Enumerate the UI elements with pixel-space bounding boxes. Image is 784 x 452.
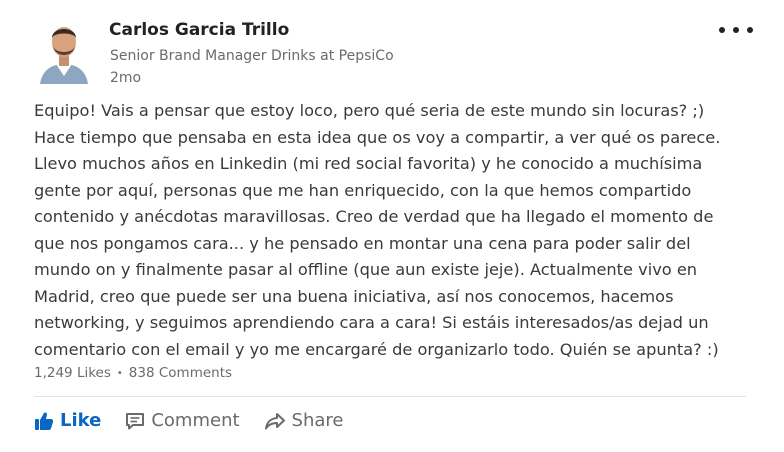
likes-count[interactable]: 1,249 Likes — [34, 365, 111, 381]
post-timestamp: 2mo — [110, 70, 142, 86]
avatar[interactable] — [34, 18, 94, 84]
post-line: Hace tiempo que pensaba en esta idea que… — [34, 127, 721, 147]
comment-label: Comment — [151, 410, 240, 431]
post-line: Equipo! Vais a pensar que estoy loco, pe… — [34, 101, 705, 120]
author-name[interactable]: Carlos Garcia Trillo — [109, 20, 289, 40]
comment-button[interactable]: Comment — [125, 410, 240, 431]
social-counts: 1,249 Likes • 838 Comments — [34, 365, 232, 381]
post-body: Equipo! Vais a pensar que estoy loco, pe… — [34, 98, 769, 363]
comments-count[interactable]: 838 Comments — [129, 365, 232, 381]
post-line: contenido y anécdotas maravillosas. Creo… — [34, 207, 714, 226]
more-dot-icon — [719, 27, 725, 33]
post-line: Madrid, creo que puede ser una buena ini… — [34, 286, 674, 306]
share-arrow-icon — [264, 412, 285, 429]
post-line: Llevo muchos años en Linkedin (mi red so… — [34, 154, 703, 173]
like-label: Like — [60, 410, 102, 431]
post-actions: Like Comment Share — [34, 410, 344, 431]
comment-icon — [126, 412, 145, 429]
like-button[interactable]: Like — [34, 410, 101, 431]
more-dot-icon — [747, 27, 753, 33]
post-line: gente por aquí, personas que me han enri… — [34, 180, 692, 200]
counts-separator: • — [116, 367, 123, 379]
profile-photo — [34, 18, 94, 84]
share-label: Share — [291, 410, 344, 431]
actions-divider — [34, 396, 746, 397]
post-line: que nos pongamos cara... y he pensado en… — [34, 233, 691, 253]
share-button[interactable]: Share — [264, 410, 344, 431]
post-line: mundo on y finalmente pasar al offline (… — [34, 260, 698, 279]
thumbs-up-icon — [35, 412, 54, 430]
more-dot-icon — [733, 27, 739, 33]
author-headline: Senior Brand Manager Drinks at PepsiCo — [110, 48, 394, 64]
post-line: comentario con el email y yo me encargar… — [34, 339, 719, 359]
more-options-button[interactable] — [719, 20, 753, 40]
post-line: networking, y seguimos aprendiendo cara … — [34, 313, 709, 332]
